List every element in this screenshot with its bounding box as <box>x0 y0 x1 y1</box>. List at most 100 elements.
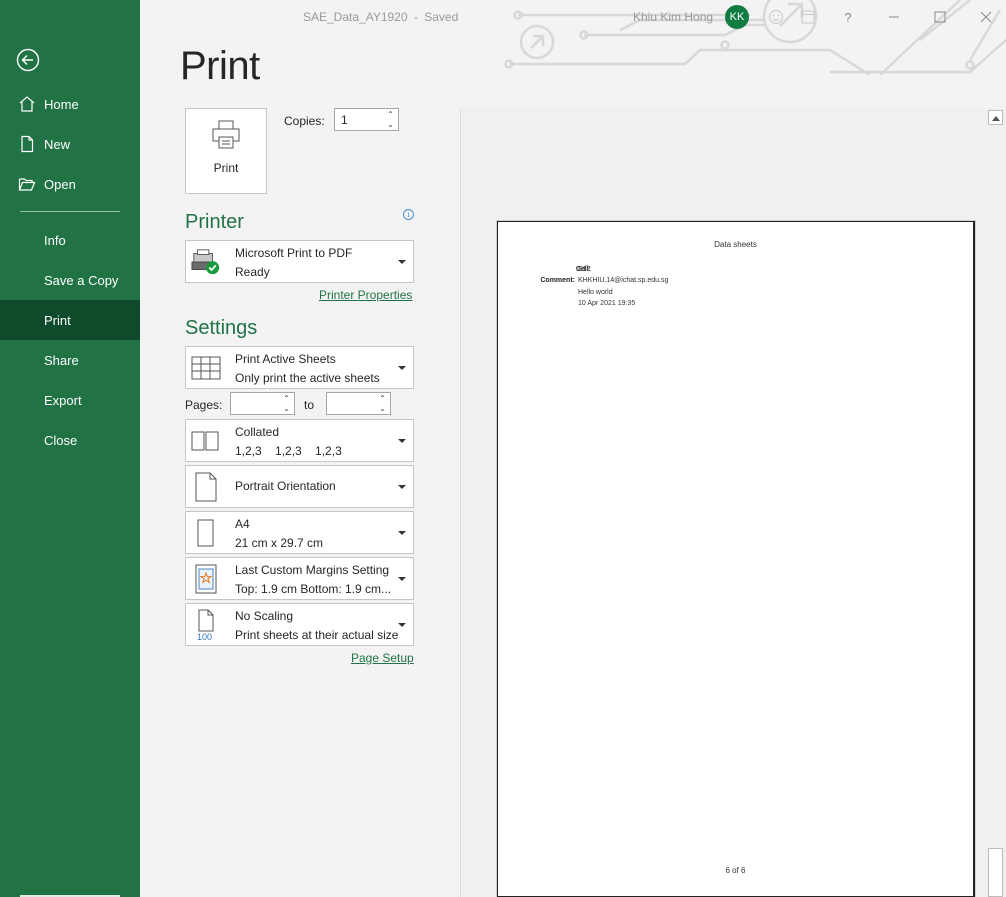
nav-export-label: Export <box>44 392 82 408</box>
nav-close[interactable]: Close <box>0 420 140 460</box>
avatar[interactable]: KK <box>725 5 749 29</box>
scaling-icon-text: 100 <box>197 632 212 641</box>
copies-stepper[interactable]: 1 ⌃ ⌄ <box>334 108 399 131</box>
smiley-feedback-icon[interactable] <box>765 6 787 28</box>
scroll-up-button[interactable] <box>988 110 1003 125</box>
nav-save-a-copy-label: Save a Copy <box>44 272 119 288</box>
pages-label: Pages: <box>185 398 223 412</box>
home-icon <box>18 95 42 113</box>
new-document-icon <box>18 135 42 153</box>
copies-label: Copies: <box>284 114 325 128</box>
collation-desc: 1,2,3 1,2,3 1,2,3 <box>235 444 342 458</box>
printer-select[interactable]: Microsoft Print to PDF Ready <box>185 240 414 283</box>
nav-print[interactable]: Print <box>0 300 140 340</box>
chevron-down-icon <box>398 576 406 581</box>
nav-share-label: Share <box>44 352 79 368</box>
chevron-up-icon[interactable]: ⌃ <box>282 394 291 404</box>
nav-info-label: Info <box>44 232 66 248</box>
paper-size-icon <box>191 519 221 547</box>
nav-home[interactable]: Home <box>0 84 140 124</box>
nav-print-label: Print <box>44 312 71 328</box>
paper-size-desc: 21 cm x 29.7 cm <box>235 536 324 550</box>
orientation-select[interactable]: Portrait Orientation <box>185 465 414 508</box>
pages-to-arrows[interactable]: ⌃ ⌄ <box>378 394 387 414</box>
preview-comment-date: 10 Apr 2021 19:35 <box>578 300 636 307</box>
page-setup-link[interactable]: Page Setup <box>351 651 414 665</box>
chevron-down-icon[interactable]: ⌄ <box>386 120 395 130</box>
save-status: Saved <box>424 10 459 24</box>
chevron-down-icon <box>398 622 406 627</box>
close-window-icon[interactable] <box>975 6 997 28</box>
nav-open[interactable]: Open <box>0 164 140 204</box>
collated-icon <box>191 431 221 451</box>
printer-status: Ready <box>235 265 270 279</box>
chevron-down-icon <box>398 484 406 489</box>
scaling-select[interactable]: 100 No Scaling Print sheets at their act… <box>185 603 414 646</box>
nav-export[interactable]: Export <box>0 380 140 420</box>
chevron-down-icon <box>398 259 406 264</box>
back-arrow-icon <box>16 48 40 72</box>
printer-name: Microsoft Print to PDF <box>235 246 353 260</box>
backstage-sidebar: Home New Open Info Save a Copy Print Sha… <box>0 0 140 897</box>
copies-value: 1 <box>341 113 348 127</box>
user-name[interactable]: Khiu Kim Hong <box>633 10 713 24</box>
triangle-up-icon <box>991 115 1000 121</box>
to-label: to <box>304 398 315 412</box>
print-button[interactable]: Print <box>185 108 267 194</box>
chevron-down-icon <box>398 365 406 370</box>
preview-page: Data sheets Cell: E12 Comment: KHKHIU.14… <box>497 221 975 897</box>
chevron-up-icon[interactable]: ⌃ <box>386 110 395 120</box>
pages-from-arrows[interactable]: ⌃ ⌄ <box>282 394 291 414</box>
document-name: SAE_Data_AY1920 <box>303 10 408 24</box>
collation-select[interactable]: Collated 1,2,3 1,2,3 1,2,3 <box>185 419 414 462</box>
settings-heading: Settings <box>185 317 258 339</box>
nav-close-label: Close <box>44 432 78 448</box>
nav-home-label: Home <box>44 96 79 112</box>
printer-properties-link[interactable]: Printer Properties <box>319 288 412 302</box>
maximize-icon[interactable] <box>929 6 951 28</box>
nav-info[interactable]: Info <box>0 220 140 260</box>
printer-ready-icon <box>191 248 221 276</box>
chevron-down-icon <box>398 530 406 535</box>
sheet-grid-icon <box>191 355 221 381</box>
scaling-icon: 100 <box>191 609 221 641</box>
help-icon[interactable]: ? <box>837 6 859 28</box>
paper-size-title: A4 <box>235 517 250 531</box>
back-button[interactable] <box>15 47 41 73</box>
nav-share[interactable]: Share <box>0 340 140 380</box>
ribbon-display-options-icon[interactable] <box>797 6 819 28</box>
open-folder-icon <box>18 175 42 193</box>
scaling-title: No Scaling <box>235 609 294 623</box>
preview-scrollbar[interactable] <box>987 108 1006 897</box>
preview-cell-value: E12 <box>578 266 591 273</box>
nav-new[interactable]: New <box>0 124 140 164</box>
printer-heading: Printer <box>185 211 244 233</box>
preview-comment-label: Comment: <box>540 277 575 284</box>
info-icon[interactable]: i <box>403 209 414 220</box>
scroll-thumb[interactable] <box>988 848 1003 897</box>
margins-select[interactable]: Last Custom Margins Setting Top: 1.9 cm … <box>185 557 414 600</box>
preview-footer: 6 of 6 <box>725 866 746 875</box>
orientation-title: Portrait Orientation <box>235 479 336 493</box>
document-title: SAE_Data_AY1920 - Saved <box>303 10 458 24</box>
print-what-title: Print Active Sheets <box>235 352 336 366</box>
portrait-page-icon <box>191 472 221 502</box>
copies-arrows[interactable]: ⌃ ⌄ <box>386 110 395 130</box>
custom-margins-icon <box>191 564 221 594</box>
paper-size-select[interactable]: A4 21 cm x 29.7 cm <box>185 511 414 554</box>
minimize-icon[interactable] <box>883 6 905 28</box>
chevron-down-icon <box>398 438 406 443</box>
chevron-down-icon[interactable]: ⌄ <box>282 404 291 414</box>
chevron-up-icon[interactable]: ⌃ <box>378 394 387 404</box>
printer-icon <box>210 120 242 155</box>
nav-save-a-copy[interactable]: Save a Copy <box>0 260 140 300</box>
panel-divider <box>460 108 461 897</box>
chevron-down-icon[interactable]: ⌄ <box>378 404 387 414</box>
pages-from-input[interactable]: ⌃ ⌄ <box>230 392 295 415</box>
page-title: Print <box>180 44 260 88</box>
title-separator: - <box>413 10 418 24</box>
pages-to-input[interactable]: ⌃ ⌄ <box>326 392 391 415</box>
collation-title: Collated <box>235 425 280 439</box>
title-bar: SAE_Data_AY1920 - Saved Khiu Kim Hong KK… <box>140 0 1006 34</box>
print-what-select[interactable]: Print Active Sheets Only print the activ… <box>185 346 414 389</box>
